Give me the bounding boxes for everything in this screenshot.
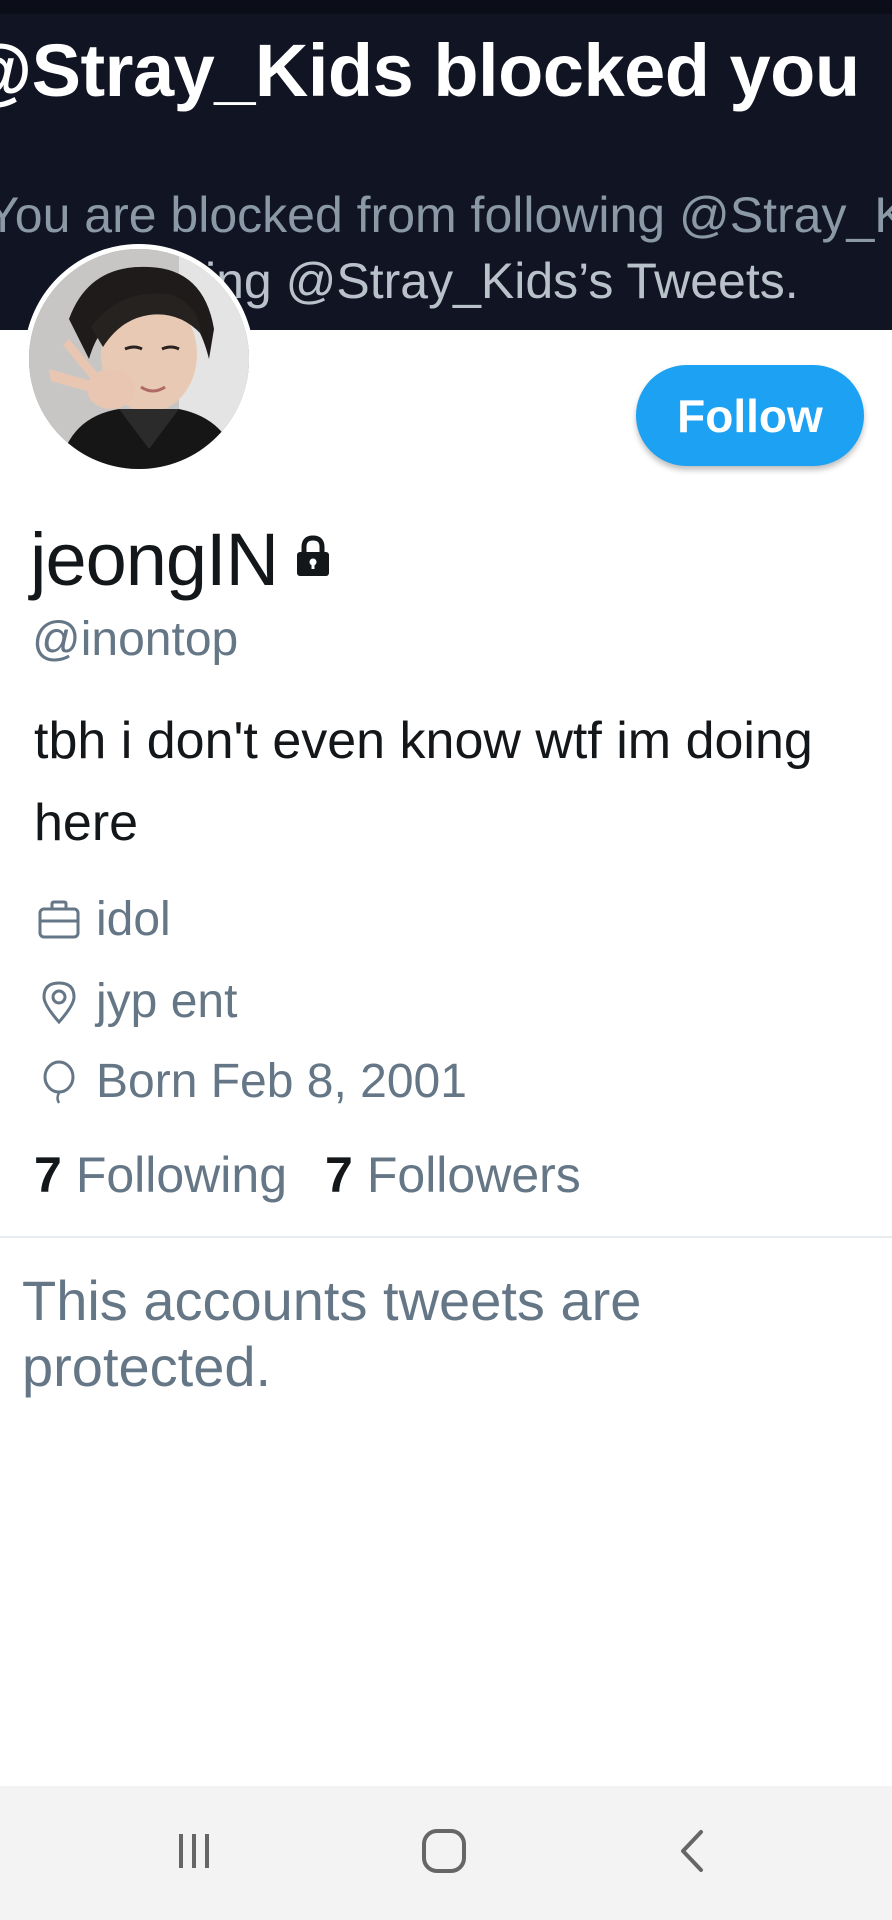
following-count: 7 <box>34 1147 62 1203</box>
following-link[interactable]: 7 Following <box>34 1146 287 1204</box>
location-row: jyp ent <box>36 974 237 1029</box>
display-name-row: jeongIN <box>30 515 336 605</box>
lock-icon <box>290 533 336 579</box>
birthday-text: Born Feb 8, 2001 <box>96 1055 467 1108</box>
back-button[interactable] <box>634 1806 754 1900</box>
followers-link[interactable]: 7 Followers <box>325 1146 581 1204</box>
display-name: jeongIN <box>30 518 279 601</box>
username-handle: @inontop <box>32 613 239 666</box>
home-icon <box>418 1825 470 1882</box>
protected-tweets-message: This accounts tweets are protected. <box>22 1269 642 1398</box>
blocked-title: @Stray_Kids blocked you <box>0 29 860 112</box>
balloon-icon <box>36 1059 82 1105</box>
avatar-image <box>29 249 249 469</box>
followers-label: Followers <box>366 1147 581 1203</box>
home-button[interactable] <box>384 1806 504 1900</box>
following-label: Following <box>75 1147 288 1203</box>
profile-screen: @Stray_Kids blocked you You are blocked … <box>0 0 892 1920</box>
section-divider <box>0 1236 892 1238</box>
occupation-row: idol <box>36 892 171 947</box>
birthday-row: Born Feb 8, 2001 <box>36 1054 467 1109</box>
recent-apps-icon <box>169 1826 219 1881</box>
blocked-message-line2: ing @Stray_Kids’s Tweets. <box>205 253 799 309</box>
occupation-text: idol <box>96 893 171 946</box>
system-navigation-bar <box>0 1786 892 1920</box>
banner-top-strip <box>0 0 892 14</box>
follow-button[interactable]: Follow <box>636 365 864 466</box>
profile-bio: tbh i don't even know wtf im doing here <box>34 712 813 852</box>
follow-stats: 7 Following 7 Followers <box>34 1146 581 1204</box>
blocked-message-line1: You are blocked from following @Stray_Ki… <box>0 187 892 243</box>
briefcase-icon <box>36 897 82 943</box>
followers-count: 7 <box>325 1147 353 1203</box>
location-text: jyp ent <box>96 975 238 1028</box>
location-pin-icon <box>36 979 82 1025</box>
avatar[interactable] <box>24 244 254 474</box>
back-icon <box>669 1826 719 1881</box>
recent-apps-button[interactable] <box>134 1806 254 1900</box>
